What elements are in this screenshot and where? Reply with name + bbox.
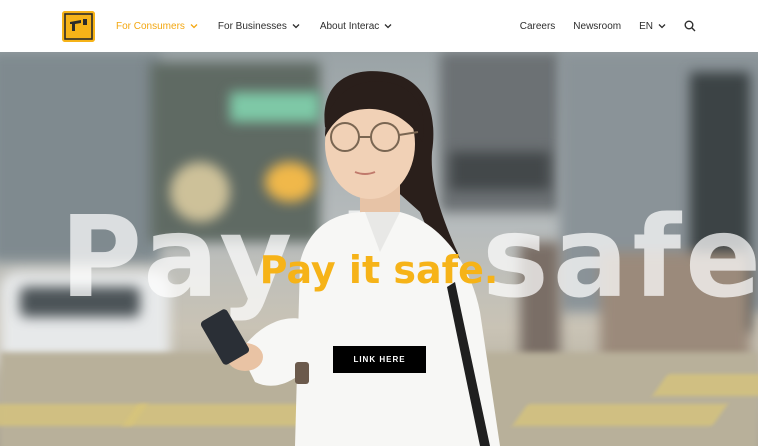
chevron-down-icon <box>384 24 392 29</box>
crosswalk-stripe <box>652 374 758 396</box>
link-here-button[interactable]: LINK HERE <box>333 346 426 373</box>
nav-item-for-consumers[interactable]: For Consumers <box>116 21 198 32</box>
nav-item-for-businesses[interactable]: For Businesses <box>218 21 300 32</box>
language-selector[interactable]: EN <box>639 21 666 32</box>
crosswalk-stripe <box>512 404 728 426</box>
nav-item-label: For Consumers <box>116 20 185 32</box>
search-icon[interactable] <box>684 20 696 32</box>
nav-item-label: About Interac <box>319 20 380 32</box>
careers-link[interactable]: Careers <box>520 21 556 32</box>
nav-item-label: For Businesses <box>217 20 287 32</box>
chevron-down-icon <box>658 24 666 29</box>
nav-item-about-interac[interactable]: About Interac <box>320 21 392 32</box>
hero-banner: Pay it safe. <box>0 52 758 446</box>
language-label: EN <box>639 20 653 32</box>
page: For Consumers For Businesses About Inter… <box>0 0 758 446</box>
newsroom-link[interactable]: Newsroom <box>573 21 621 32</box>
secondary-nav: Careers Newsroom EN <box>520 0 696 52</box>
interac-logo-icon[interactable] <box>62 11 95 42</box>
chevron-down-icon <box>292 24 300 29</box>
hero-headline: Pay it safe. <box>259 248 499 292</box>
chevron-down-icon <box>190 24 198 29</box>
primary-nav: For Consumers For Businesses About Inter… <box>116 0 392 52</box>
top-navigation: For Consumers For Businesses About Inter… <box>0 0 758 52</box>
